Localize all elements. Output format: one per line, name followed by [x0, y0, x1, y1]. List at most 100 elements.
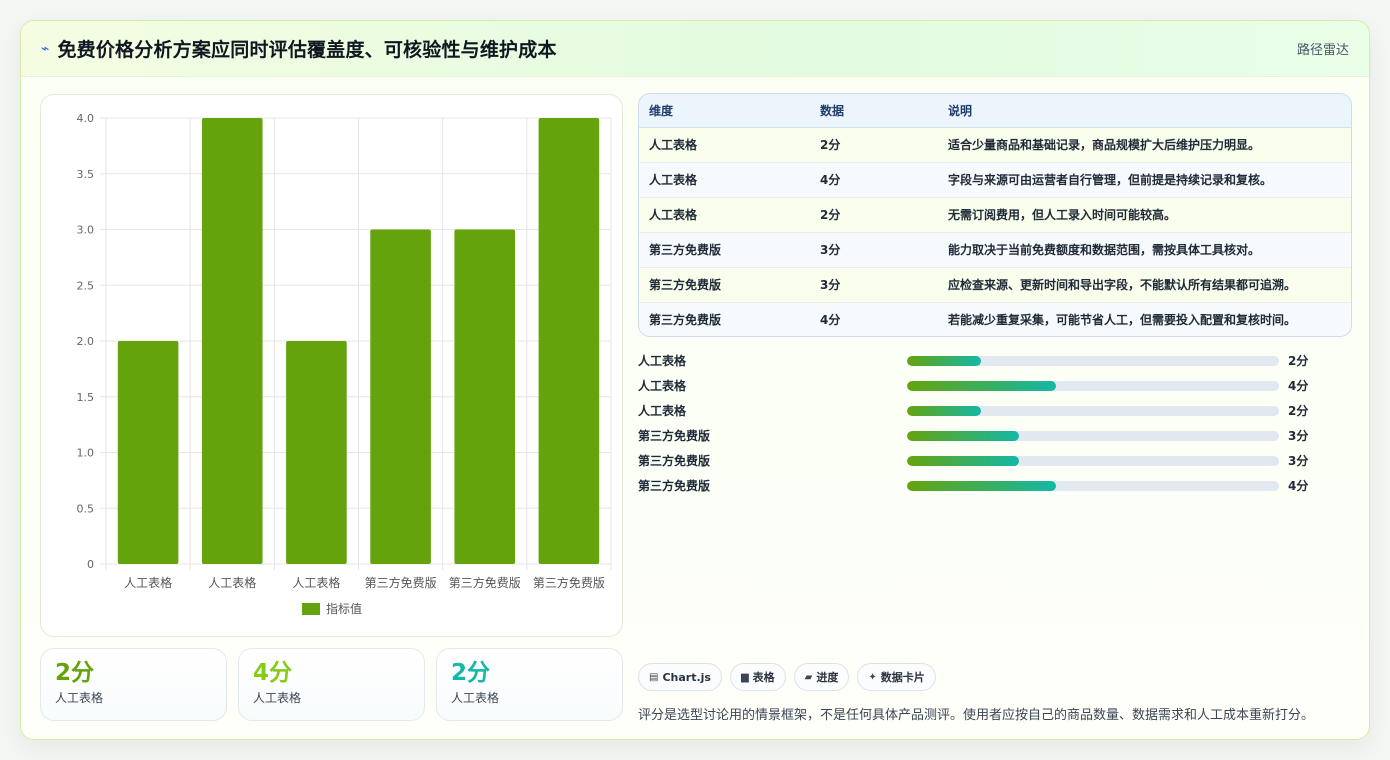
- column-header-dimension: 维度: [639, 94, 810, 128]
- sparkle-icon: ✦: [868, 671, 877, 683]
- stat-value: 2分: [55, 660, 95, 686]
- column-header-description: 说明: [938, 94, 1351, 128]
- tag-table[interactable]: ▆ 表格: [729, 663, 786, 691]
- bar: [454, 229, 516, 564]
- progress-value: 3分: [1288, 429, 1309, 443]
- progress-label: 第三方免费版: [638, 429, 711, 443]
- table-header-row: 维度 数据 说明: [639, 94, 1351, 128]
- progress-list: 人工表格 2分 人工表格 4分 人工表格 2分 第三方免费版 3分 第三方免费版…: [638, 348, 1352, 498]
- table-cell: 无需订阅费用，但人工录入时间可能较高。: [938, 197, 1351, 233]
- stat-label: 人工表格: [451, 691, 500, 705]
- bar: [117, 341, 179, 564]
- stat-label: 人工表格: [253, 691, 302, 705]
- bar-chart: 0 0.5 1.0 1.5 2.0 2.5 3.0 3.5 4.0 人工表格 人工表格 人工表格 第三方…: [77, 112, 612, 616]
- legend-label: 指标值: [326, 601, 362, 616]
- progress-track: [907, 380, 1279, 391]
- table-cell: 2分: [810, 127, 938, 163]
- y-tick-label: 2.0: [77, 335, 95, 348]
- x-tick-label: 第三方免费版: [365, 575, 437, 590]
- table-row: 人工表格 2分 适合少量商品和基础记录，商品规模扩大后维护压力明显。: [639, 127, 1351, 163]
- progress-icon: ▰: [804, 671, 813, 683]
- progress-label: 人工表格: [638, 379, 687, 393]
- column-header-data: 数据: [810, 94, 938, 128]
- stat-card-3: 2分 人工表格: [436, 648, 623, 721]
- bar: [286, 341, 347, 564]
- progress-label: 第三方免费版: [638, 479, 711, 493]
- x-tick-label: 第三方免费版: [449, 575, 521, 590]
- title-wrap: ⌁ 免费价格分析方案应同时评估覆盖度、可核验性与维护成本: [41, 35, 557, 62]
- table-cell: 2分: [810, 197, 938, 233]
- table-cell: 人工表格: [639, 162, 810, 198]
- stat-value: 2分: [451, 660, 491, 686]
- progress-label: 人工表格: [638, 404, 687, 418]
- table-cell: 4分: [810, 162, 938, 198]
- y-tick-label: 1.5: [77, 391, 95, 404]
- route-icon: ⌁: [41, 40, 50, 57]
- tag-list: ▤ Chart.js ▆ 表格 ▰ 进度 ✦ 数据卡片: [638, 663, 936, 691]
- progress-fill: [907, 380, 1056, 391]
- progress-track: [907, 455, 1279, 466]
- y-tick-label: 3.5: [77, 168, 95, 181]
- table-cell: 第三方免费版: [639, 267, 810, 303]
- progress-fill: [907, 355, 982, 366]
- progress-label: 人工表格: [638, 354, 687, 368]
- progress-row: 人工表格 2分: [638, 398, 1352, 423]
- progress-value: 2分: [1288, 404, 1309, 418]
- x-tick-label: 人工表格: [292, 575, 340, 590]
- table-cell: 第三方免费版: [639, 232, 810, 268]
- table-cell: 第三方免费版: [639, 302, 810, 336]
- progress-value: 4分: [1288, 479, 1309, 493]
- progress-track: [907, 430, 1279, 441]
- progress-row: 人工表格 2分: [638, 348, 1352, 373]
- page-title: 免费价格分析方案应同时评估覆盖度、可核验性与维护成本: [57, 39, 557, 61]
- bar: [538, 118, 600, 564]
- chart-icon: ▤: [649, 671, 659, 683]
- progress-track: [907, 355, 1279, 366]
- progress-row: 第三方免费版 4分: [638, 473, 1352, 498]
- tag-data-card[interactable]: ✦ 数据卡片: [857, 663, 936, 691]
- table-cell: 应检查来源、更新时间和导出字段，不能默认所有结果都可追溯。: [938, 267, 1351, 303]
- data-table-panel: 维度 数据 说明 人工表格 2分 适合少量商品和基础记录，商品规模扩大后维护压力…: [638, 93, 1352, 337]
- stat-label: 人工表格: [55, 691, 104, 705]
- table-cell: 若能减少重复采集，可能节省人工，但需要投入配置和复核时间。: [938, 302, 1351, 336]
- progress-fill: [907, 480, 1056, 491]
- table-cell: 3分: [810, 232, 938, 268]
- tag-progress[interactable]: ▰ 进度: [793, 663, 850, 691]
- bar: [370, 229, 431, 564]
- progress-row: 第三方免费版 3分: [638, 423, 1352, 448]
- tag-label: 数据卡片: [880, 671, 925, 684]
- tag-chartjs[interactable]: ▤ Chart.js: [638, 663, 722, 691]
- y-tick-label: 4.0: [77, 112, 95, 125]
- progress-fill: [907, 455, 1019, 466]
- progress-track: [907, 405, 1279, 416]
- x-tick-label: 人工表格: [124, 575, 172, 590]
- stat-card-2: 4分 人工表格: [238, 648, 425, 721]
- table-row: 第三方免费版 3分 应检查来源、更新时间和导出字段，不能默认所有结果都可追溯。: [639, 267, 1351, 303]
- table-cell: 字段与来源可由运营者自行管理，但前提是持续记录和复核。: [938, 162, 1351, 198]
- progress-row: 人工表格 4分: [638, 373, 1352, 398]
- header-brand-label: 路径雷达: [1296, 43, 1349, 58]
- legend-swatch: [302, 603, 320, 615]
- y-tick-label: 3.0: [77, 224, 95, 237]
- table-row: 第三方免费版 3分 能力取决于当前免费额度和数据范围，需按具体工具核对。: [639, 232, 1351, 268]
- tag-label: 进度: [816, 671, 839, 684]
- tag-label: Chart.js: [662, 670, 711, 684]
- progress-value: 2分: [1288, 354, 1309, 368]
- table-cell: 4分: [810, 302, 938, 336]
- progress-value: 3分: [1288, 454, 1309, 468]
- table-cell: 人工表格: [639, 127, 810, 163]
- bar: [201, 118, 263, 564]
- tag-label: 表格: [752, 671, 775, 684]
- table-cell: 3分: [810, 267, 938, 303]
- stat-card-1: 2分 人工表格: [40, 648, 227, 721]
- table-row: 第三方免费版 4分 若能减少重复采集，可能节省人工，但需要投入配置和复核时间。: [639, 302, 1351, 336]
- y-tick-label: 0.5: [77, 502, 95, 515]
- table-row: 人工表格 4分 字段与来源可由运营者自行管理，但前提是持续记录和复核。: [639, 162, 1351, 198]
- progress-row: 第三方免费版 3分: [638, 448, 1352, 473]
- bar-chart-panel: 0 0.5 1.0 1.5 2.0 2.5 3.0 3.5 4.0 人工表格 人工表格 人工表格 第三方…: [40, 94, 623, 637]
- x-tick-label: 人工表格: [208, 575, 256, 590]
- footnote: 评分是选型讨论用的情景框架，不是任何具体产品测评。使用者应按自己的商品数量、数据…: [638, 708, 1315, 723]
- data-table: 维度 数据 说明 人工表格 2分 适合少量商品和基础记录，商品规模扩大后维护压力…: [639, 94, 1351, 336]
- x-tick-label: 第三方免费版: [533, 575, 605, 590]
- table-cell: 人工表格: [639, 197, 810, 233]
